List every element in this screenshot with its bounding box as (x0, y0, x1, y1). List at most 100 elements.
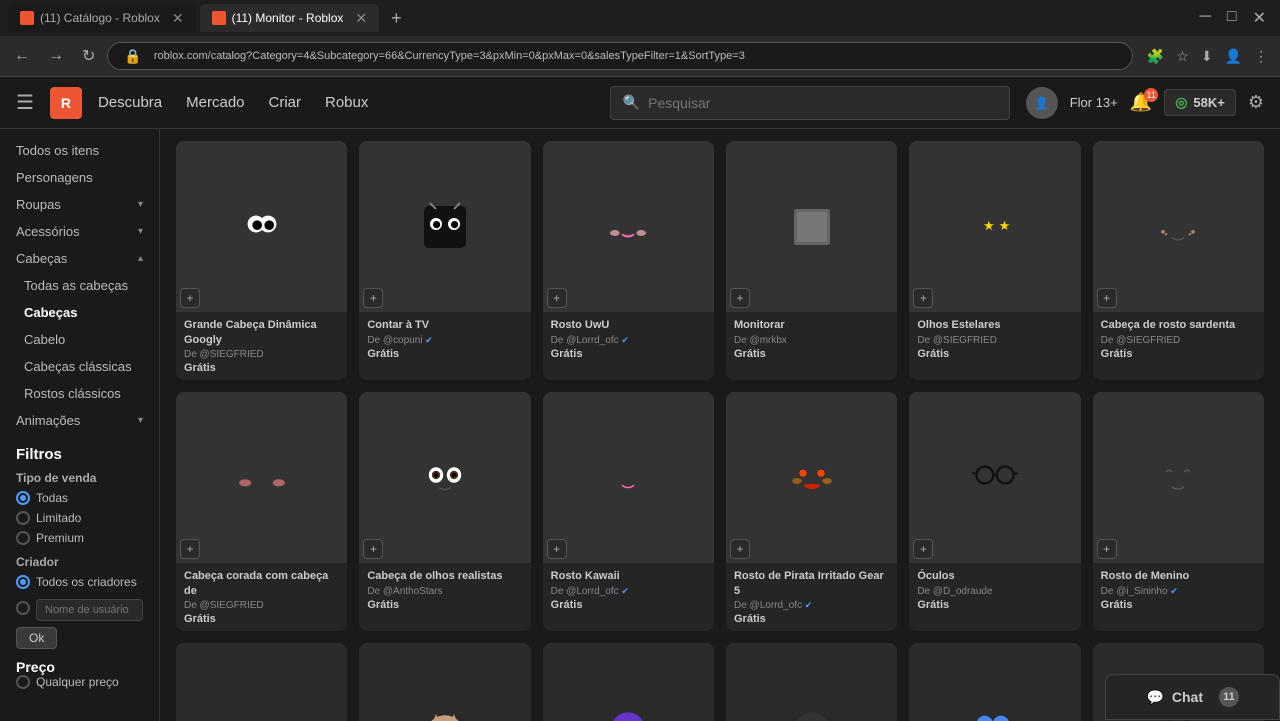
item-card[interactable]: + Item 13 De @creator Grátis (176, 643, 347, 721)
item-thumbnail: + (909, 643, 1080, 721)
sidebar-item-roupas[interactable]: Roupas ▾ (0, 191, 159, 218)
item-thumbnail: + (543, 643, 714, 721)
address-bar[interactable]: 🔒 roblox.com/catalog?Category=4&Subcateg… (107, 42, 1132, 70)
item-thumbnail: + (543, 392, 714, 563)
creator-label: Criador (16, 555, 143, 569)
item-thumbnail: + (359, 392, 530, 563)
settings-icon[interactable]: ⚙ (1248, 92, 1264, 113)
sidebar-label-animacoes: Animações (16, 413, 80, 428)
tab-close-2[interactable]: ✕ (355, 10, 367, 27)
radio-circle-premium (16, 531, 30, 545)
item-price: Grátis (734, 348, 889, 360)
sidebar-item-cabecas-sub[interactable]: Cabeças (0, 299, 159, 326)
header-nav: Descubra Mercado Criar Robux (98, 94, 368, 111)
extensions-icon[interactable]: 🧩 (1143, 44, 1168, 69)
add-to-cart-icon[interactable]: + (363, 288, 383, 308)
add-to-cart-icon[interactable]: + (913, 288, 933, 308)
address-text: roblox.com/catalog?Category=4&Subcategor… (154, 50, 745, 62)
item-card[interactable]: + Item 17 De @creator Grátis (909, 643, 1080, 721)
creator-filter: Criador Todos os criadores Ok (16, 555, 143, 649)
add-to-cart-icon[interactable]: + (547, 539, 567, 559)
item-card[interactable]: + Cabeça de olhos realistas De @AnthoSta… (359, 392, 530, 631)
star-icon[interactable]: ☆ (1172, 44, 1193, 69)
tab-catalog[interactable]: (11) Catálogo - Roblox ✕ (8, 4, 196, 32)
radio-todas[interactable]: Todas (16, 491, 143, 505)
item-card[interactable]: + Rosto UwU De @Lorrd_ofc ✔ Grátis (543, 141, 714, 380)
search-input[interactable] (648, 95, 997, 111)
item-card[interactable]: + Rosto de Menino De @i_Sininho ✔ Grátis (1093, 392, 1264, 631)
nav-robux[interactable]: Robux (325, 94, 368, 111)
sidebar-item-all[interactable]: Todos os itens (0, 137, 159, 164)
item-card[interactable]: + Item 15 De @creator Grátis (543, 643, 714, 721)
item-card[interactable]: + Item 16 De @creator Grátis (726, 643, 897, 721)
search-bar[interactable]: 🔍 (610, 86, 1010, 120)
username-input[interactable] (36, 599, 143, 621)
item-card[interactable]: + Monitorar De @mrkbx Grátis (726, 141, 897, 380)
download-icon[interactable]: ⬇ (1197, 44, 1217, 69)
item-card[interactable]: + Óculos De @D_odraude Grátis (909, 392, 1080, 631)
profile-icon[interactable]: 👤 (1221, 44, 1246, 69)
sidebar-item-cabecas[interactable]: Cabeças ▴ (0, 245, 159, 272)
price-filter: Qualquer preço (16, 675, 143, 689)
sidebar-item-classicas[interactable]: Cabeças clássicas (0, 353, 159, 380)
sidebar-item-personagens[interactable]: Personagens (0, 164, 159, 191)
item-image (726, 643, 897, 721)
item-image (543, 141, 714, 312)
back-button[interactable]: ← (8, 43, 36, 69)
item-price: Grátis (551, 348, 706, 360)
item-card[interactable]: + Grande Cabeça Dinâmica Googly De @SIEG… (176, 141, 347, 380)
add-to-cart-icon[interactable]: + (363, 539, 383, 559)
item-thumbnail: + (176, 643, 347, 721)
notifications-button[interactable]: 🔔 11 (1130, 92, 1152, 113)
header-right: 👤 Flor 13+ 🔔 11 ◎ 58K+ ⚙ (1026, 87, 1264, 119)
item-card[interactable]: + Item 14 De @creator Grátis (359, 643, 530, 721)
add-to-cart-icon[interactable]: + (547, 288, 567, 308)
radio-all-creators[interactable]: Todos os criadores (16, 575, 143, 589)
item-thumbnail: + (359, 141, 530, 312)
browser-chrome: (11) Catálogo - Roblox ✕ (11) Monitor - … (0, 0, 1280, 77)
add-to-cart-icon[interactable]: + (730, 539, 750, 559)
sidebar-item-rostos-classicos[interactable]: Rostos clássicos (0, 380, 159, 407)
nav-criar[interactable]: Criar (269, 94, 302, 111)
nav-mercado[interactable]: Mercado (186, 94, 244, 111)
reload-button[interactable]: ↻ (76, 42, 101, 70)
tab-close-1[interactable]: ✕ (172, 10, 184, 27)
minimize-button[interactable]: ─ (1194, 8, 1217, 28)
chat-button[interactable]: 💬 Chat 11 (1105, 674, 1280, 720)
robux-display[interactable]: ◎ 58K+ (1164, 89, 1236, 116)
radio-premium[interactable]: Premium (16, 531, 143, 545)
item-info: Grande Cabeça Dinâmica Googly De @SIEGFR… (176, 312, 347, 380)
add-to-cart-icon[interactable]: + (1097, 288, 1117, 308)
item-card[interactable]: + Rosto de Pirata Irritado Gear 5 De @Lo… (726, 392, 897, 631)
ok-button[interactable]: Ok (16, 627, 57, 649)
forward-button[interactable]: → (42, 43, 70, 69)
add-to-cart-icon[interactable]: + (913, 539, 933, 559)
sidebar-label-all: Todos os itens (16, 143, 99, 158)
item-image: ★ ★ (909, 141, 1080, 312)
item-card[interactable]: + Contar à TV De @copuni ✔ Grátis (359, 141, 530, 380)
add-to-cart-icon[interactable]: + (180, 288, 200, 308)
item-card[interactable]: + Cabeça corada com cabeça de De @SIEGFR… (176, 392, 347, 631)
sidebar-item-cabelo[interactable]: Cabelo (0, 326, 159, 353)
maximize-button[interactable]: □ (1221, 8, 1243, 28)
add-to-cart-icon[interactable]: + (730, 288, 750, 308)
sidebar-item-acessorios[interactable]: Acessórios ▾ (0, 218, 159, 245)
menu-icon[interactable]: ⋮ (1250, 44, 1272, 69)
radio-label-premium: Premium (36, 531, 84, 545)
item-card[interactable]: + Cabeça de rosto sardenta De @SIEGFRIED… (1093, 141, 1264, 380)
nav-descubra[interactable]: Descubra (98, 94, 162, 111)
sidebar-item-todas-cabecas[interactable]: Todas as cabeças (0, 272, 159, 299)
radio-username[interactable] (16, 595, 143, 621)
radio-limitado[interactable]: Limitado (16, 511, 143, 525)
hamburger-menu[interactable]: ☰ (16, 90, 34, 115)
tab-monitor[interactable]: (11) Monitor - Roblox ✕ (200, 4, 380, 32)
add-to-cart-icon[interactable]: + (180, 539, 200, 559)
add-to-cart-icon[interactable]: + (1097, 539, 1117, 559)
new-tab-button[interactable]: + (383, 8, 410, 29)
item-card[interactable]: + Rosto Kawaii De @Lorrd_ofc ✔ Grátis (543, 392, 714, 631)
sidebar-item-animacoes[interactable]: Animações ▾ (0, 407, 159, 434)
item-card[interactable]: ★ ★ + Olhos Estelares De @SIEGFRIED Grát… (909, 141, 1080, 380)
chevron-down-icon: ▴ (138, 253, 143, 264)
close-window-button[interactable]: ✕ (1247, 8, 1272, 28)
radio-any-price[interactable]: Qualquer preço (16, 675, 143, 689)
